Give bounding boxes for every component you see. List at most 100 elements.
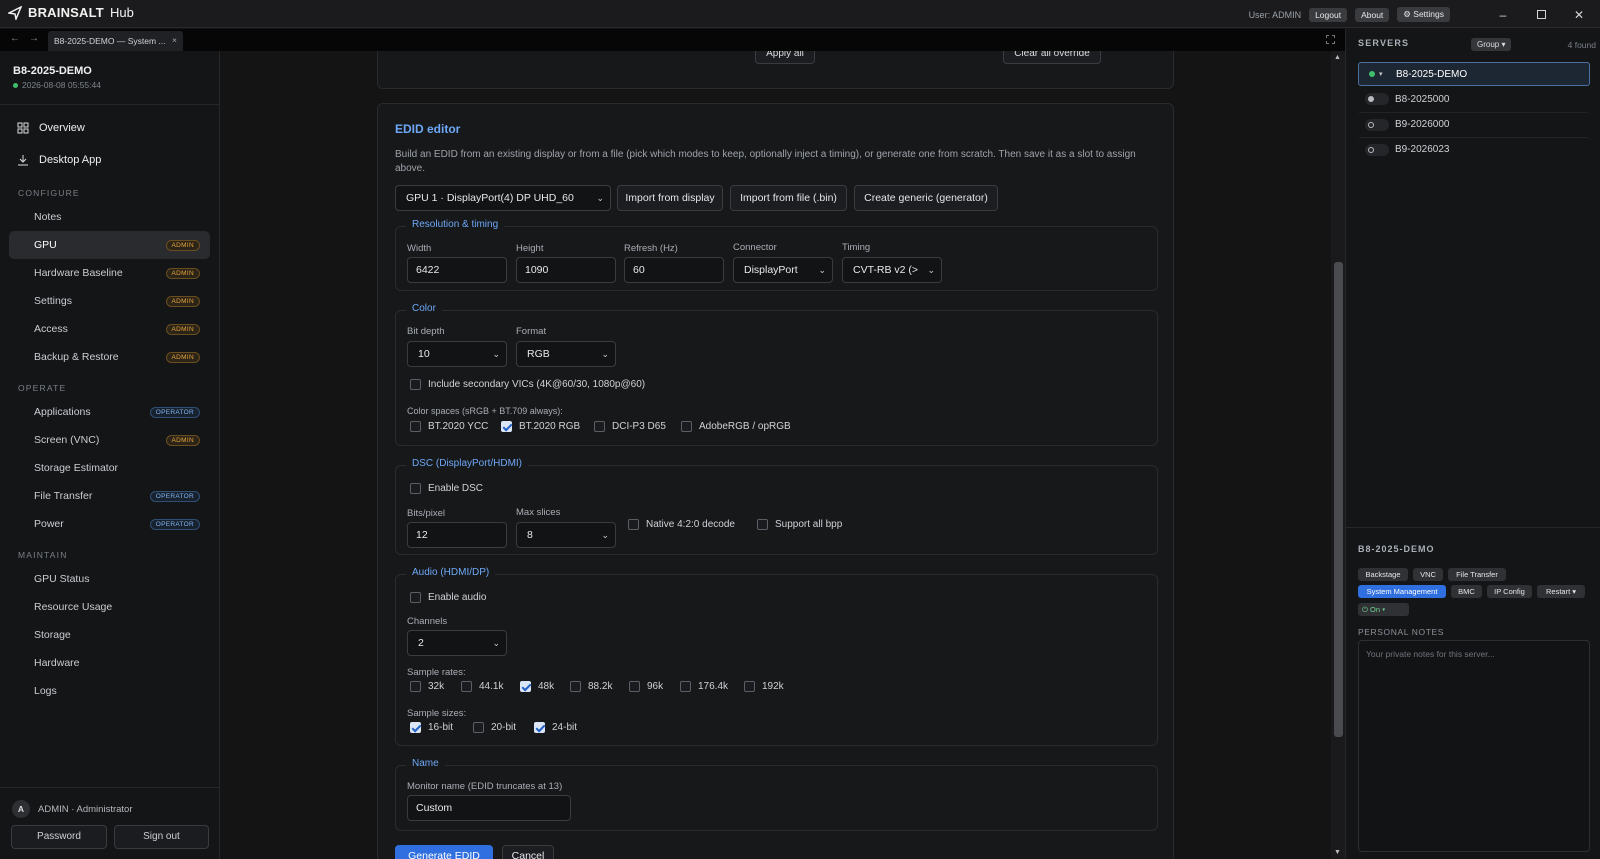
about-button[interactable]: About bbox=[1355, 7, 1390, 22]
scroll-down-icon[interactable]: ▼ bbox=[1334, 849, 1341, 856]
sidebar-item-label: Hardware Baseline bbox=[34, 267, 123, 279]
rate-32k-checkbox[interactable]: 32k bbox=[410, 681, 444, 692]
sidebar-item-settings[interactable]: Settings ADMIN bbox=[9, 287, 210, 315]
chevron-down-icon: ▾ bbox=[1379, 71, 1383, 78]
dci-p3-checkbox[interactable]: DCI-P3 D65 bbox=[594, 421, 666, 432]
size-16bit-checkbox[interactable]: 16-bit bbox=[410, 722, 453, 733]
rate-176k-checkbox[interactable]: 176.4k bbox=[680, 681, 728, 692]
rate-88k-checkbox[interactable]: 88.2k bbox=[570, 681, 612, 692]
vnc-button[interactable]: VNC bbox=[1413, 568, 1443, 581]
channels-select[interactable]: 2 ⌄ bbox=[407, 630, 507, 656]
sidebar-item-gpu[interactable]: GPU ADMIN bbox=[9, 231, 210, 259]
apply-all-button[interactable]: Apply all bbox=[755, 51, 815, 64]
maximize-icon[interactable] bbox=[1534, 8, 1548, 22]
minimize-icon[interactable]: – bbox=[1496, 8, 1510, 22]
main-scrollbar[interactable]: ▲ ▼ bbox=[1331, 51, 1345, 859]
sidebar-item-hardware[interactable]: Hardware bbox=[9, 649, 210, 677]
sidebar-item-desktop-app[interactable]: Desktop App bbox=[0, 144, 219, 176]
refresh-input[interactable]: 60 bbox=[624, 257, 724, 283]
logout-button[interactable]: Logout bbox=[1309, 7, 1348, 22]
back-arrow-icon[interactable]: ← bbox=[10, 33, 20, 44]
rate-96k-checkbox[interactable]: 96k bbox=[629, 681, 663, 692]
native-420-checkbox[interactable]: Native 4:2:0 decode bbox=[628, 519, 735, 530]
tab-server[interactable]: B8-2025-DEMO — System ... × bbox=[48, 31, 183, 51]
group-dropdown[interactable]: Group ▾ bbox=[1471, 38, 1512, 51]
sidebar-item-power[interactable]: Power OPERATOR bbox=[9, 510, 210, 538]
bt2020-rgb-checkbox[interactable]: BT.2020 RGB bbox=[501, 421, 580, 432]
sidebar-item-label: Logs bbox=[34, 685, 57, 697]
rate-192k-checkbox[interactable]: 192k bbox=[744, 681, 784, 692]
checkbox-label: 16-bit bbox=[428, 722, 454, 733]
server-row-b8-2025-demo[interactable]: ▾ B8-2025-DEMO bbox=[1358, 62, 1590, 86]
adobergb-checkbox[interactable]: AdobeRGB / opRGB bbox=[681, 421, 791, 432]
generate-edid-button[interactable]: Generate EDID bbox=[395, 845, 493, 859]
secondary-vics-checkbox[interactable]: Include secondary VICs (4K@60/30, 1080p@… bbox=[410, 379, 645, 390]
system-management-button[interactable]: System Management bbox=[1358, 585, 1446, 598]
sidebar-item-overview[interactable]: Overview bbox=[0, 112, 219, 144]
select-value: DisplayPort bbox=[744, 264, 798, 276]
support-all-bpp-checkbox[interactable]: Support all bpp bbox=[757, 519, 842, 530]
scrollbar-thumb[interactable] bbox=[1334, 262, 1343, 737]
clear-all-override-button[interactable]: Clear all override bbox=[1003, 51, 1101, 64]
tab-close-icon[interactable]: × bbox=[172, 35, 177, 45]
cancel-button[interactable]: Cancel bbox=[502, 845, 554, 859]
bt2020-ycc-checkbox[interactable]: BT.2020 YCC bbox=[410, 421, 488, 432]
bmc-button[interactable]: BMC bbox=[1451, 585, 1482, 598]
fullscreen-icon[interactable] bbox=[1326, 35, 1335, 44]
monitor-name-input[interactable]: Custom bbox=[407, 795, 571, 821]
section-header-configure: CONFIGURE bbox=[18, 188, 80, 198]
sign-out-button[interactable]: Sign out bbox=[114, 825, 209, 849]
ip-config-button[interactable]: IP Config bbox=[1487, 585, 1532, 598]
max-slices-select[interactable]: 8 ⌄ bbox=[516, 522, 616, 548]
connector-select[interactable]: DisplayPort ⌄ bbox=[733, 257, 833, 283]
scroll-up-icon[interactable]: ▲ bbox=[1334, 54, 1341, 61]
enable-dsc-checkbox[interactable]: Enable DSC bbox=[410, 483, 483, 494]
server-row-b9-2026023[interactable]: B9-2026023 bbox=[1358, 137, 1590, 161]
import-from-file-button[interactable]: Import from file (.bin) bbox=[730, 185, 847, 211]
backstage-button[interactable]: Backstage bbox=[1358, 568, 1408, 581]
sidebar-item-gpu-status[interactable]: GPU Status bbox=[9, 565, 210, 593]
sidebar-item-hardware-baseline[interactable]: Hardware Baseline ADMIN bbox=[9, 259, 210, 287]
sidebar-item-storage[interactable]: Storage bbox=[9, 621, 210, 649]
sidebar-item-applications[interactable]: Applications OPERATOR bbox=[9, 398, 210, 426]
size-24bit-checkbox[interactable]: 24-bit bbox=[534, 722, 577, 733]
bits-per-pixel-input[interactable]: 12 bbox=[407, 522, 507, 548]
import-from-display-button[interactable]: Import from display bbox=[617, 185, 723, 211]
sidebar-item-label: Access bbox=[34, 323, 68, 335]
password-button[interactable]: Password bbox=[11, 825, 107, 849]
sidebar-item-notes[interactable]: Notes bbox=[9, 203, 210, 231]
power-on-dropdown[interactable]: ⏻ On ▾ bbox=[1358, 603, 1409, 616]
chevron-down-icon: ⌄ bbox=[492, 349, 500, 359]
sidebar-item-storage-estimator[interactable]: Storage Estimator bbox=[9, 454, 210, 482]
rate-44k-checkbox[interactable]: 44.1k bbox=[461, 681, 503, 692]
select-value: CVT-RB v2 (> bbox=[853, 264, 919, 276]
create-generic-button[interactable]: Create generic (generator) bbox=[854, 185, 998, 211]
width-input[interactable]: 6422 bbox=[407, 257, 507, 283]
restart-dropdown[interactable]: Restart ▾ bbox=[1537, 585, 1585, 598]
sidebar-item-access[interactable]: Access ADMIN bbox=[9, 315, 210, 343]
sidebar-item-logs[interactable]: Logs bbox=[9, 677, 210, 705]
servers-header: SERVERS Group ▾ 4 found bbox=[1358, 35, 1596, 51]
sidebar-item-screen-vnc[interactable]: Screen (VNC) ADMIN bbox=[9, 426, 210, 454]
close-icon[interactable]: ✕ bbox=[1572, 8, 1586, 22]
edid-source-select[interactable]: GPU 1 · DisplayPort(4) DP UHD_60 ⌄ bbox=[395, 185, 611, 211]
checkbox-label: 24-bit bbox=[552, 722, 578, 733]
bit-depth-select[interactable]: 10 ⌄ bbox=[407, 341, 507, 367]
format-select[interactable]: RGB ⌄ bbox=[516, 341, 616, 367]
sidebar-item-backup-restore[interactable]: Backup & Restore ADMIN bbox=[9, 343, 210, 371]
file-transfer-button[interactable]: File Transfer bbox=[1448, 568, 1506, 581]
forward-arrow-icon[interactable]: → bbox=[29, 33, 39, 44]
server-row-b8-2025000[interactable]: B8-2025000 bbox=[1358, 87, 1590, 111]
height-input[interactable]: 1090 bbox=[516, 257, 616, 283]
settings-button[interactable]: ⚙ Settings bbox=[1397, 7, 1450, 22]
personal-notes-textarea[interactable]: Your private notes for this server... bbox=[1358, 640, 1590, 852]
size-20bit-checkbox[interactable]: 20-bit bbox=[473, 722, 516, 733]
sidebar-item-resource-usage[interactable]: Resource Usage bbox=[9, 593, 210, 621]
enable-audio-checkbox[interactable]: Enable audio bbox=[410, 592, 486, 603]
rate-48k-checkbox[interactable]: 48k bbox=[520, 681, 554, 692]
sidebar-item-file-transfer[interactable]: File Transfer OPERATOR bbox=[9, 482, 210, 510]
sidebar-item-label: Storage Estimator bbox=[34, 462, 119, 474]
server-row-b9-2026000[interactable]: B9-2026000 bbox=[1358, 112, 1590, 136]
role-badge: ADMIN bbox=[165, 351, 200, 363]
timing-select[interactable]: CVT-RB v2 (> ⌄ bbox=[842, 257, 942, 283]
